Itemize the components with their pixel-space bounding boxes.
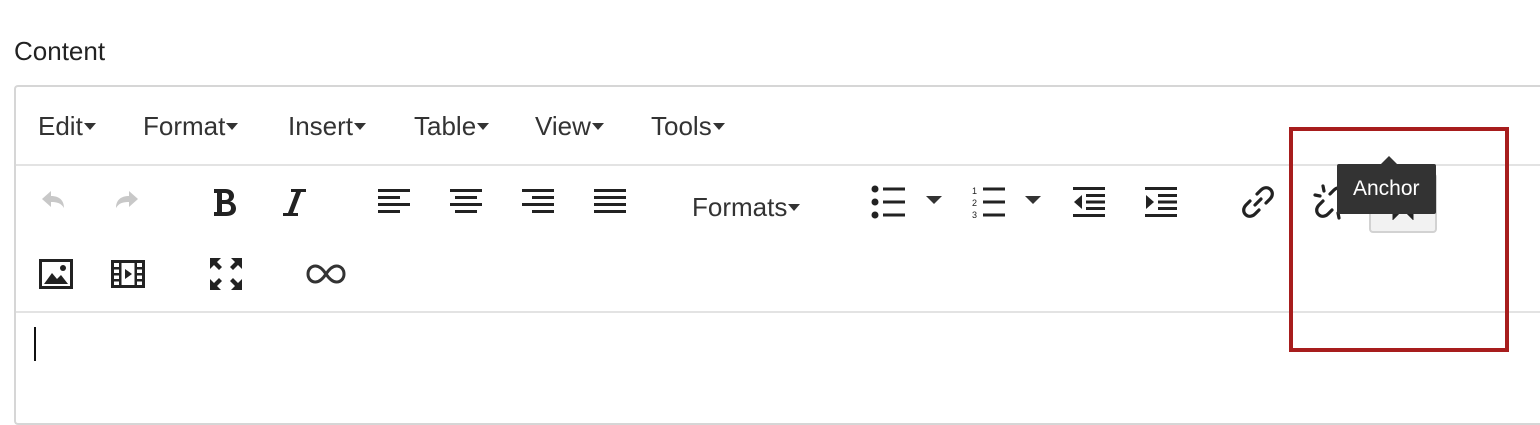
insert-media-button[interactable] xyxy=(102,248,154,300)
menu-edit[interactable]: Edit xyxy=(38,111,96,142)
bullet-list-options-button[interactable] xyxy=(918,176,948,228)
formats-dropdown[interactable]: Formats xyxy=(692,192,801,223)
numbered-list-icon: 1 2 3 xyxy=(972,186,1005,219)
align-right-button[interactable] xyxy=(512,176,564,228)
image-icon xyxy=(39,259,73,289)
bold-button[interactable] xyxy=(198,176,250,228)
caret-down-icon xyxy=(788,203,801,211)
caret-down-icon xyxy=(83,122,96,130)
align-left-button[interactable] xyxy=(368,176,420,228)
numbered-list-button[interactable]: 1 2 3 xyxy=(964,176,1014,228)
infinity-icon xyxy=(306,264,346,284)
align-justify-button[interactable] xyxy=(584,176,636,228)
undo-button[interactable] xyxy=(27,176,79,228)
outdent-icon xyxy=(1073,187,1105,217)
menu-tools[interactable]: Tools xyxy=(651,111,725,142)
align-center-button[interactable] xyxy=(440,176,492,228)
fullscreen-button[interactable] xyxy=(200,248,252,300)
caret-down-icon xyxy=(712,122,725,130)
menu-format[interactable]: Format xyxy=(143,111,239,142)
align-left-icon xyxy=(378,189,410,213)
align-justify-icon xyxy=(594,189,626,213)
link-icon xyxy=(1242,186,1274,218)
bullet-list-icon xyxy=(871,185,905,219)
svg-text:1: 1 xyxy=(972,186,977,196)
insert-image-button[interactable] xyxy=(30,248,82,300)
field-label: Content xyxy=(14,36,106,66)
fullscreen-icon xyxy=(210,258,242,290)
menu-view[interactable]: View xyxy=(535,111,604,142)
menu-insert[interactable]: Insert xyxy=(288,111,367,142)
editor-content-area[interactable] xyxy=(16,312,1536,416)
caret-down-icon xyxy=(591,122,604,130)
caret-down-icon xyxy=(226,122,239,130)
outdent-button[interactable] xyxy=(1063,176,1115,228)
tooltip-arrow xyxy=(1381,156,1397,164)
svg-text:2: 2 xyxy=(972,198,977,208)
redo-icon xyxy=(116,191,138,208)
bullet-list-button[interactable] xyxy=(864,176,914,228)
italic-icon xyxy=(283,189,306,216)
italic-button[interactable] xyxy=(268,176,320,228)
undo-icon xyxy=(42,191,64,208)
menu-table[interactable]: Table xyxy=(414,111,490,142)
indent-button[interactable] xyxy=(1135,176,1187,228)
indent-icon xyxy=(1145,187,1177,217)
infinity-button[interactable] xyxy=(300,248,352,300)
align-center-icon xyxy=(450,189,482,213)
caret-down-icon xyxy=(354,122,367,130)
menubar: Edit Format Insert Table View Tools xyxy=(16,87,1540,166)
caret-down-icon xyxy=(925,196,942,204)
numbered-list-options-button[interactable] xyxy=(1017,176,1047,228)
caret-down-icon xyxy=(477,122,490,130)
media-icon xyxy=(111,260,145,288)
align-right-icon xyxy=(522,189,554,213)
svg-text:3: 3 xyxy=(972,210,977,219)
anchor-tooltip: Anchor xyxy=(1337,164,1436,214)
link-button[interactable] xyxy=(1232,176,1284,228)
caret-down-icon xyxy=(1024,196,1041,204)
bold-icon xyxy=(214,189,236,216)
redo-button[interactable] xyxy=(101,176,153,228)
